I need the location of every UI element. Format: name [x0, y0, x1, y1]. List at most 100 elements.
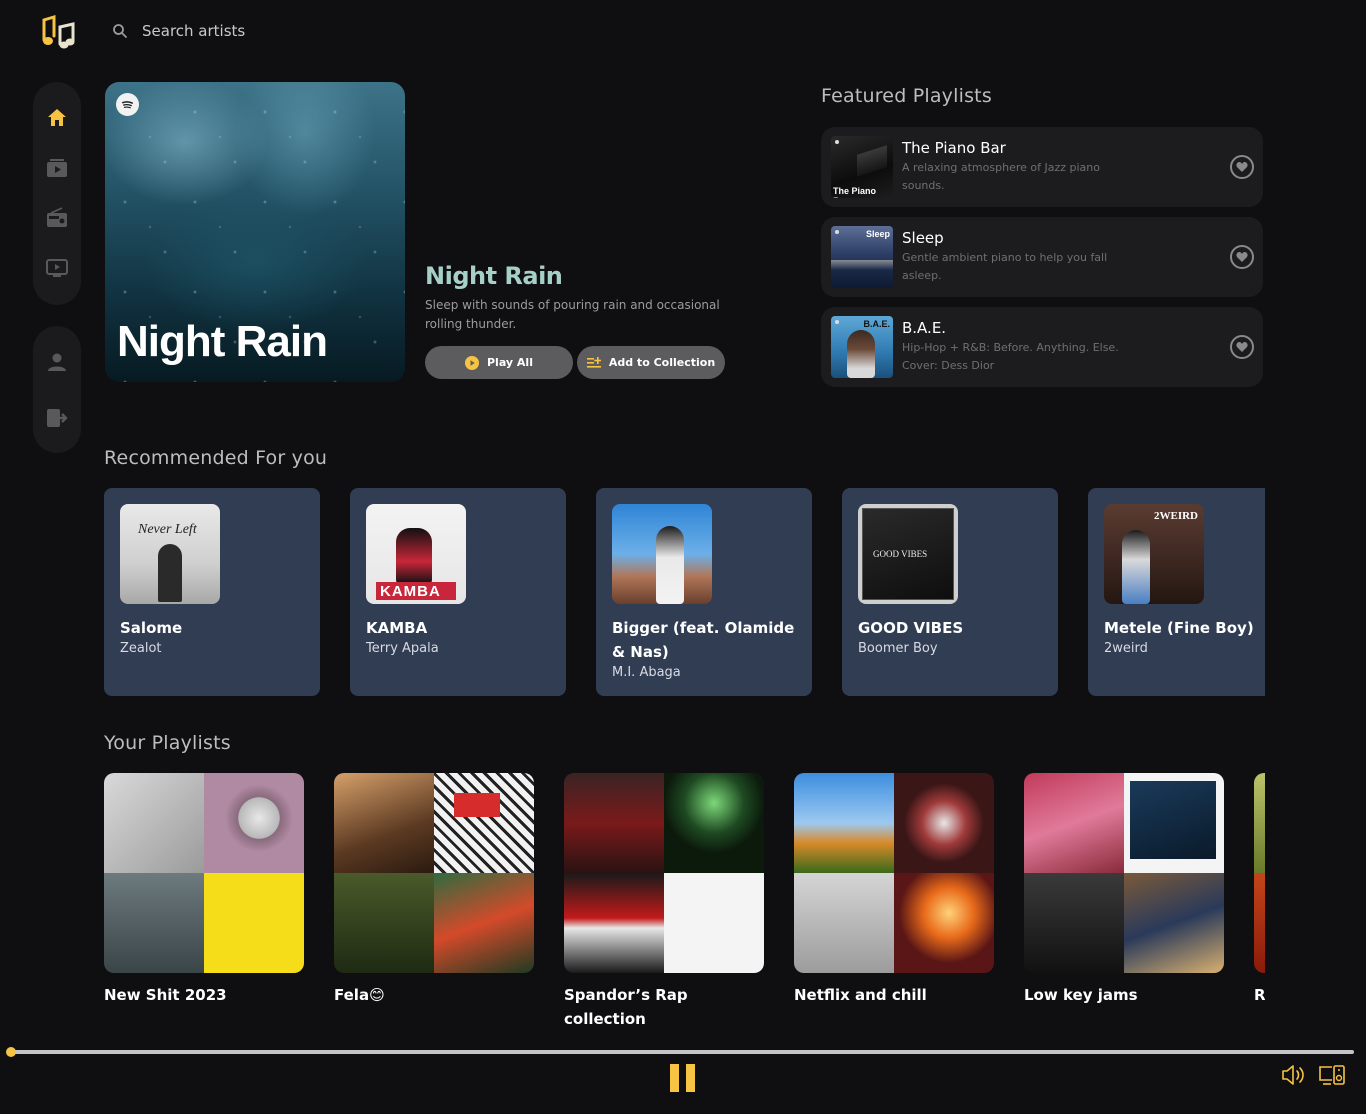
- cover-text: KAMBA: [380, 583, 441, 600]
- track-cover-art: KAMBA: [366, 504, 466, 604]
- playlist-name: Netflix and chill: [794, 986, 927, 1004]
- recommended-track-card[interactable]: Never Left Salome Zealot: [104, 488, 320, 696]
- featured-cover-text: Sleep: [865, 229, 890, 239]
- playlist-name: New Shit 2023: [104, 986, 227, 1004]
- recommended-track-card[interactable]: GOOD VIBES GOOD VIBES Boomer Boy: [842, 488, 1058, 696]
- playlist-cover-mosaic: [564, 773, 764, 973]
- add-to-collection-button[interactable]: Add to Collection: [577, 346, 725, 379]
- featured-playlist-item[interactable]: The Piano Bar The Piano Bar A relaxing a…: [821, 127, 1263, 207]
- recommended-track-card[interactable]: 2WEIRD Metele (Fine Boy) 2weird: [1088, 488, 1265, 696]
- track-title: Salome: [120, 619, 183, 637]
- spotify-icon: [116, 93, 139, 116]
- music-logo-icon: [42, 14, 75, 49]
- search-bar[interactable]: [112, 22, 382, 40]
- recommended-track-card[interactable]: KAMBA KAMBA Terry Apala: [350, 488, 566, 696]
- hero-cover-title: Night Rain: [117, 317, 328, 366]
- recommended-title: Recommended For you: [104, 447, 328, 469]
- add-to-collection-label: Add to Collection: [608, 356, 716, 369]
- like-button[interactable]: [1230, 155, 1254, 179]
- sidebar-item-radio[interactable]: [44, 206, 70, 230]
- user-icon: [48, 353, 66, 371]
- playback-progress-bar[interactable]: [6, 1047, 1354, 1057]
- hero-title: Night Rain: [425, 262, 563, 290]
- track-artist: Zealot: [120, 641, 162, 656]
- featured-playlist-name: The Piano Bar: [902, 139, 1006, 157]
- playlist-name: Fela😊: [334, 986, 385, 1004]
- track-artist: 2weird: [1104, 641, 1148, 656]
- featured-cover-text: The Piano Bar: [833, 186, 877, 198]
- track-artist: Boomer Boy: [858, 641, 938, 656]
- video-library-icon: [47, 159, 67, 177]
- featured-playlists-list: The Piano Bar The Piano Bar A relaxing a…: [821, 127, 1263, 387]
- playlist-cover-mosaic: [1254, 773, 1265, 973]
- your-playlists-title: Your Playlists: [104, 732, 231, 754]
- playlist-card[interactable]: R: [1254, 773, 1265, 1031]
- device-icon[interactable]: [1318, 1064, 1346, 1086]
- track-artist: M.I. Abaga: [612, 665, 681, 680]
- playlist-card[interactable]: Fela😊: [334, 773, 534, 1031]
- recommended-carousel[interactable]: Never Left Salome Zealot KAMBA KAMBA Ter…: [104, 488, 1265, 696]
- cover-text: Never Left: [138, 522, 197, 537]
- tv-icon: [46, 259, 68, 277]
- your-playlists-carousel[interactable]: New Shit 2023 Fela😊 Spandor’s Rap collec…: [104, 773, 1265, 1033]
- playlist-cover-mosaic: [794, 773, 994, 973]
- hero-actions: Play All Add to Collection: [425, 346, 745, 379]
- like-button[interactable]: [1230, 335, 1254, 359]
- heart-icon: [1236, 162, 1248, 172]
- track-title: Bigger (feat. Olamide & Nas): [612, 619, 795, 661]
- featured-playlist-cover: Sleep: [831, 226, 893, 288]
- radio-icon: [47, 207, 67, 227]
- featured-playlist-name: Sleep: [902, 229, 944, 247]
- pause-button[interactable]: [670, 1064, 696, 1092]
- featured-playlist-item[interactable]: B.A.E. B.A.E. Hip-Hop + R&B: Before. Any…: [821, 307, 1263, 387]
- featured-playlist-cover: The Piano Bar: [831, 136, 893, 198]
- playlist-name: Spandor’s Rap collection: [564, 986, 688, 1028]
- sidebar-item-profile[interactable]: [44, 350, 70, 374]
- playlist-card[interactable]: Spandor’s Rap collection: [564, 773, 764, 1031]
- play-all-label: Play All: [487, 356, 533, 369]
- featured-playlist-description: Hip-Hop + R&B: Before. Anything. Else. C…: [902, 341, 1119, 372]
- volume-icon[interactable]: [1281, 1064, 1307, 1086]
- hero-cover-art[interactable]: Night Rain: [105, 82, 405, 382]
- featured-playlist-item[interactable]: Sleep Sleep Gentle ambient piano to help…: [821, 217, 1263, 297]
- featured-playlists-title: Featured Playlists: [821, 85, 992, 107]
- playlist-cover-mosaic: [1024, 773, 1224, 973]
- like-button[interactable]: [1230, 245, 1254, 269]
- pause-icon: [670, 1064, 679, 1092]
- play-circle-icon: [465, 355, 479, 370]
- track-cover-art: 2WEIRD: [1104, 504, 1204, 604]
- add-list-icon: [586, 356, 601, 368]
- logout-icon: [47, 409, 68, 427]
- sidebar-item-home[interactable]: [44, 106, 70, 130]
- featured-playlist-cover: B.A.E.: [831, 316, 893, 378]
- heart-icon: [1236, 252, 1248, 262]
- sidebar-item-tv[interactable]: [44, 256, 70, 280]
- sidebar-nav: [33, 82, 81, 305]
- sidebar-item-logout[interactable]: [44, 406, 70, 430]
- track-artist: Terry Apala: [366, 641, 439, 656]
- progress-knob[interactable]: [6, 1047, 16, 1057]
- hero-description: Sleep with sounds of pouring rain and oc…: [425, 298, 720, 331]
- sidebar-account: [33, 326, 81, 453]
- hero-info: Night Rain Sleep with sounds of pouring …: [425, 262, 745, 379]
- track-cover-art: Never Left: [120, 504, 220, 604]
- playlist-card[interactable]: Netflix and chill: [794, 773, 994, 1031]
- featured-playlist-description: A relaxing atmosphere of Jazz piano soun…: [902, 161, 1100, 192]
- play-all-button[interactable]: Play All: [425, 346, 573, 379]
- home-icon: [48, 109, 66, 126]
- track-cover-art: GOOD VIBES: [858, 504, 958, 604]
- recommended-track-card[interactable]: Bigger (feat. Olamide & Nas) M.I. Abaga: [596, 488, 812, 696]
- track-title: Metele (Fine Boy): [1104, 619, 1254, 637]
- featured-playlist-description: Gentle ambient piano to help you fall as…: [902, 251, 1108, 282]
- playlist-card[interactable]: Low key jams: [1024, 773, 1224, 1031]
- search-input[interactable]: [142, 22, 382, 40]
- track-cover-art: [612, 504, 712, 604]
- track-title: KAMBA: [366, 619, 428, 637]
- sidebar-item-videos[interactable]: [44, 156, 70, 180]
- playlist-card[interactable]: New Shit 2023: [104, 773, 304, 1031]
- playlist-cover-mosaic: [334, 773, 534, 973]
- track-title: GOOD VIBES: [858, 619, 964, 637]
- search-icon: [113, 24, 127, 38]
- playlist-name: R: [1254, 986, 1265, 1004]
- featured-playlist-name: B.A.E.: [902, 319, 947, 337]
